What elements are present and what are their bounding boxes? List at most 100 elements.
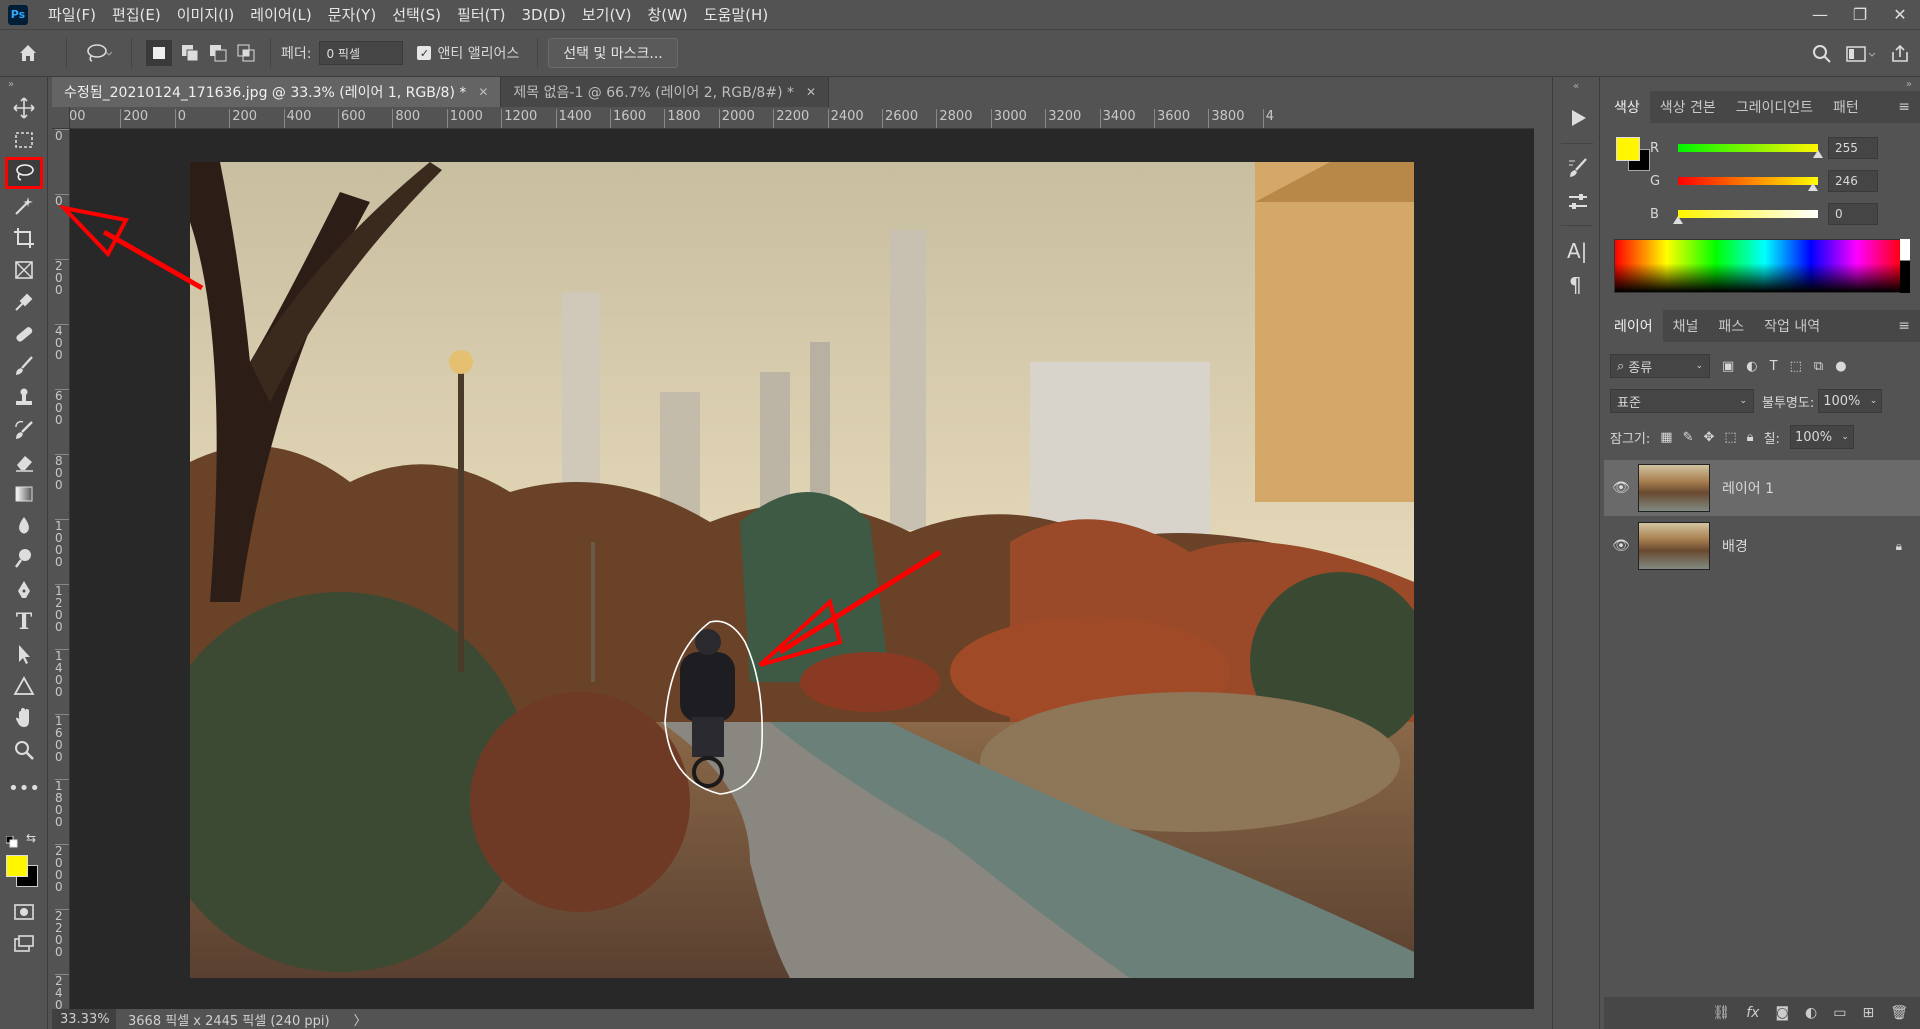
subtract-selection-button[interactable]: [208, 43, 228, 63]
shape-tool[interactable]: [9, 671, 39, 701]
filter-toggle-icon[interactable]: ●: [1835, 359, 1846, 374]
lasso-preset-picker[interactable]: [77, 39, 121, 67]
clone-stamp-tool[interactable]: [9, 383, 39, 413]
filter-type-icon[interactable]: T: [1770, 359, 1778, 374]
home-button[interactable]: [0, 39, 56, 67]
collapse-right-icon[interactable]: »: [1906, 79, 1912, 90]
lock-position-icon[interactable]: ✥: [1703, 430, 1714, 445]
close-tab-icon[interactable]: ✕: [478, 85, 488, 99]
layer-row-background[interactable]: 👁︎ 배경 🔒︎: [1604, 518, 1920, 574]
more-tools-button[interactable]: •••: [8, 773, 40, 803]
screen-mode-button[interactable]: [9, 929, 39, 959]
menu-help[interactable]: 도움말(H): [696, 4, 776, 25]
hand-tool[interactable]: [9, 703, 39, 733]
blur-tool[interactable]: [9, 511, 39, 541]
brush-settings-icon[interactable]: [1567, 157, 1589, 179]
zoom-tool[interactable]: [9, 735, 39, 765]
red-value-input[interactable]: 255: [1828, 137, 1878, 159]
menu-layer[interactable]: 레이어(L): [242, 4, 319, 25]
blend-mode-dropdown[interactable]: 표준 ⌄: [1610, 389, 1754, 413]
color-spectrum-ramp[interactable]: [1614, 239, 1904, 293]
layer-lock-icon[interactable]: 🔒︎: [1896, 539, 1902, 554]
menu-view[interactable]: 보기(V): [574, 4, 640, 25]
visibility-eye-icon[interactable]: 👁︎: [1604, 480, 1638, 496]
delete-layer-trash-icon[interactable]: 🗑︎: [1890, 1005, 1908, 1021]
tab-swatches[interactable]: 색상 견본: [1650, 91, 1726, 123]
expand-icon[interactable]: «: [1573, 81, 1579, 92]
menu-3d[interactable]: 3D(D): [514, 6, 574, 24]
close-tab-icon[interactable]: ✕: [806, 85, 816, 99]
anti-alias-checkbox[interactable]: ✓: [417, 46, 432, 60]
menu-select[interactable]: 선택(S): [384, 4, 449, 25]
menu-file[interactable]: 파일(F): [40, 4, 104, 25]
tab-paths[interactable]: 패스: [1708, 310, 1754, 342]
tab-channels[interactable]: 채널: [1663, 310, 1709, 342]
tab-color[interactable]: 색상: [1604, 91, 1650, 123]
add-mask-icon[interactable]: ◙: [1775, 1005, 1789, 1021]
document-canvas-photo[interactable]: [190, 162, 1414, 978]
intersect-selection-button[interactable]: [236, 43, 256, 63]
filter-smart-object-icon[interactable]: ⧉: [1814, 359, 1823, 374]
feather-input[interactable]: 0 픽셀: [319, 41, 404, 65]
lock-image-icon[interactable]: ✎: [1683, 430, 1694, 445]
marquee-tool[interactable]: [9, 125, 39, 155]
lasso-tool[interactable]: [5, 157, 43, 189]
panel-menu-icon[interactable]: ≡: [1898, 99, 1920, 115]
layer-row-layer-1[interactable]: 👁︎ 레이어 1: [1604, 460, 1920, 516]
adjustments-sliders-icon[interactable]: [1567, 191, 1589, 213]
dodge-tool[interactable]: [9, 543, 39, 573]
ruler-origin[interactable]: [52, 107, 70, 129]
lock-all-icon[interactable]: 🔒︎: [1747, 430, 1754, 445]
filter-adjustment-icon[interactable]: ◐: [1746, 359, 1757, 374]
workspace-icon[interactable]: [1846, 44, 1876, 64]
brush-tool[interactable]: [9, 351, 39, 381]
green-value-input[interactable]: 246: [1828, 170, 1878, 192]
fill-input[interactable]: 100% ⌄: [1789, 425, 1854, 449]
menu-type[interactable]: 문자(Y): [320, 4, 384, 25]
select-and-mask-button[interactable]: 선택 및 마스크...: [548, 38, 678, 68]
share-icon[interactable]: [1890, 44, 1910, 64]
lock-artboard-icon[interactable]: ⬚: [1724, 430, 1736, 445]
green-channel-slider[interactable]: [1678, 177, 1819, 191]
panel-menu-icon[interactable]: ≡: [1898, 318, 1920, 334]
collapse-icon[interactable]: »: [8, 79, 14, 90]
frame-tool[interactable]: [9, 255, 39, 285]
link-layers-icon[interactable]: ⛓︎: [1712, 1005, 1730, 1021]
new-layer-icon[interactable]: ⊞: [1862, 1005, 1874, 1021]
tab-history[interactable]: 작업 내역: [1754, 310, 1830, 342]
path-selection-tool[interactable]: [9, 639, 39, 669]
paragraph-panel-icon[interactable]: ¶: [1569, 273, 1582, 297]
healing-brush-tool[interactable]: [9, 319, 39, 349]
tab-patterns[interactable]: 패턴: [1823, 91, 1869, 123]
quick-mask-button[interactable]: [9, 897, 39, 927]
menu-filter[interactable]: 필터(T): [449, 4, 513, 25]
search-icon[interactable]: [1812, 44, 1832, 64]
status-menu-arrow[interactable]: 〉: [354, 1010, 367, 1029]
visibility-eye-icon[interactable]: 👁︎: [1604, 538, 1638, 554]
pen-tool[interactable]: [9, 575, 39, 605]
zoom-level[interactable]: 33.33%: [52, 1009, 116, 1029]
eraser-tool[interactable]: [9, 447, 39, 477]
play-actions-icon[interactable]: [1567, 107, 1589, 129]
minimize-button[interactable]: —: [1800, 0, 1840, 29]
gradient-tool[interactable]: [9, 479, 39, 509]
red-channel-slider[interactable]: [1678, 144, 1823, 158]
tab-layers[interactable]: 레이어: [1604, 310, 1663, 342]
swap-colors-icon[interactable]: ⇆: [26, 831, 36, 845]
history-brush-tool[interactable]: [9, 415, 39, 445]
character-panel-icon[interactable]: A|: [1567, 239, 1587, 263]
default-colors-icon[interactable]: [5, 833, 18, 848]
blue-channel-slider[interactable]: [1673, 210, 1818, 224]
new-group-folder-icon[interactable]: ▭: [1833, 1005, 1846, 1021]
eyedropper-tool[interactable]: [9, 287, 39, 317]
adjustment-layer-icon[interactable]: ◐: [1805, 1005, 1817, 1021]
layer-style-fx-icon[interactable]: fx: [1746, 1005, 1759, 1021]
menu-edit[interactable]: 편집(E): [104, 4, 169, 25]
restore-button[interactable]: ❐: [1840, 0, 1880, 29]
foreground-color-swatch[interactable]: [6, 855, 28, 877]
crop-tool[interactable]: [9, 223, 39, 253]
close-button[interactable]: ✕: [1880, 0, 1920, 29]
filter-pixel-icon[interactable]: ▣: [1722, 359, 1734, 374]
menu-window[interactable]: 창(W): [639, 4, 695, 25]
horizontal-ruler[interactable]: 00 200 0 200 400 600 800 1000 1200 1400 1600 1800 20…: [70, 107, 1534, 129]
